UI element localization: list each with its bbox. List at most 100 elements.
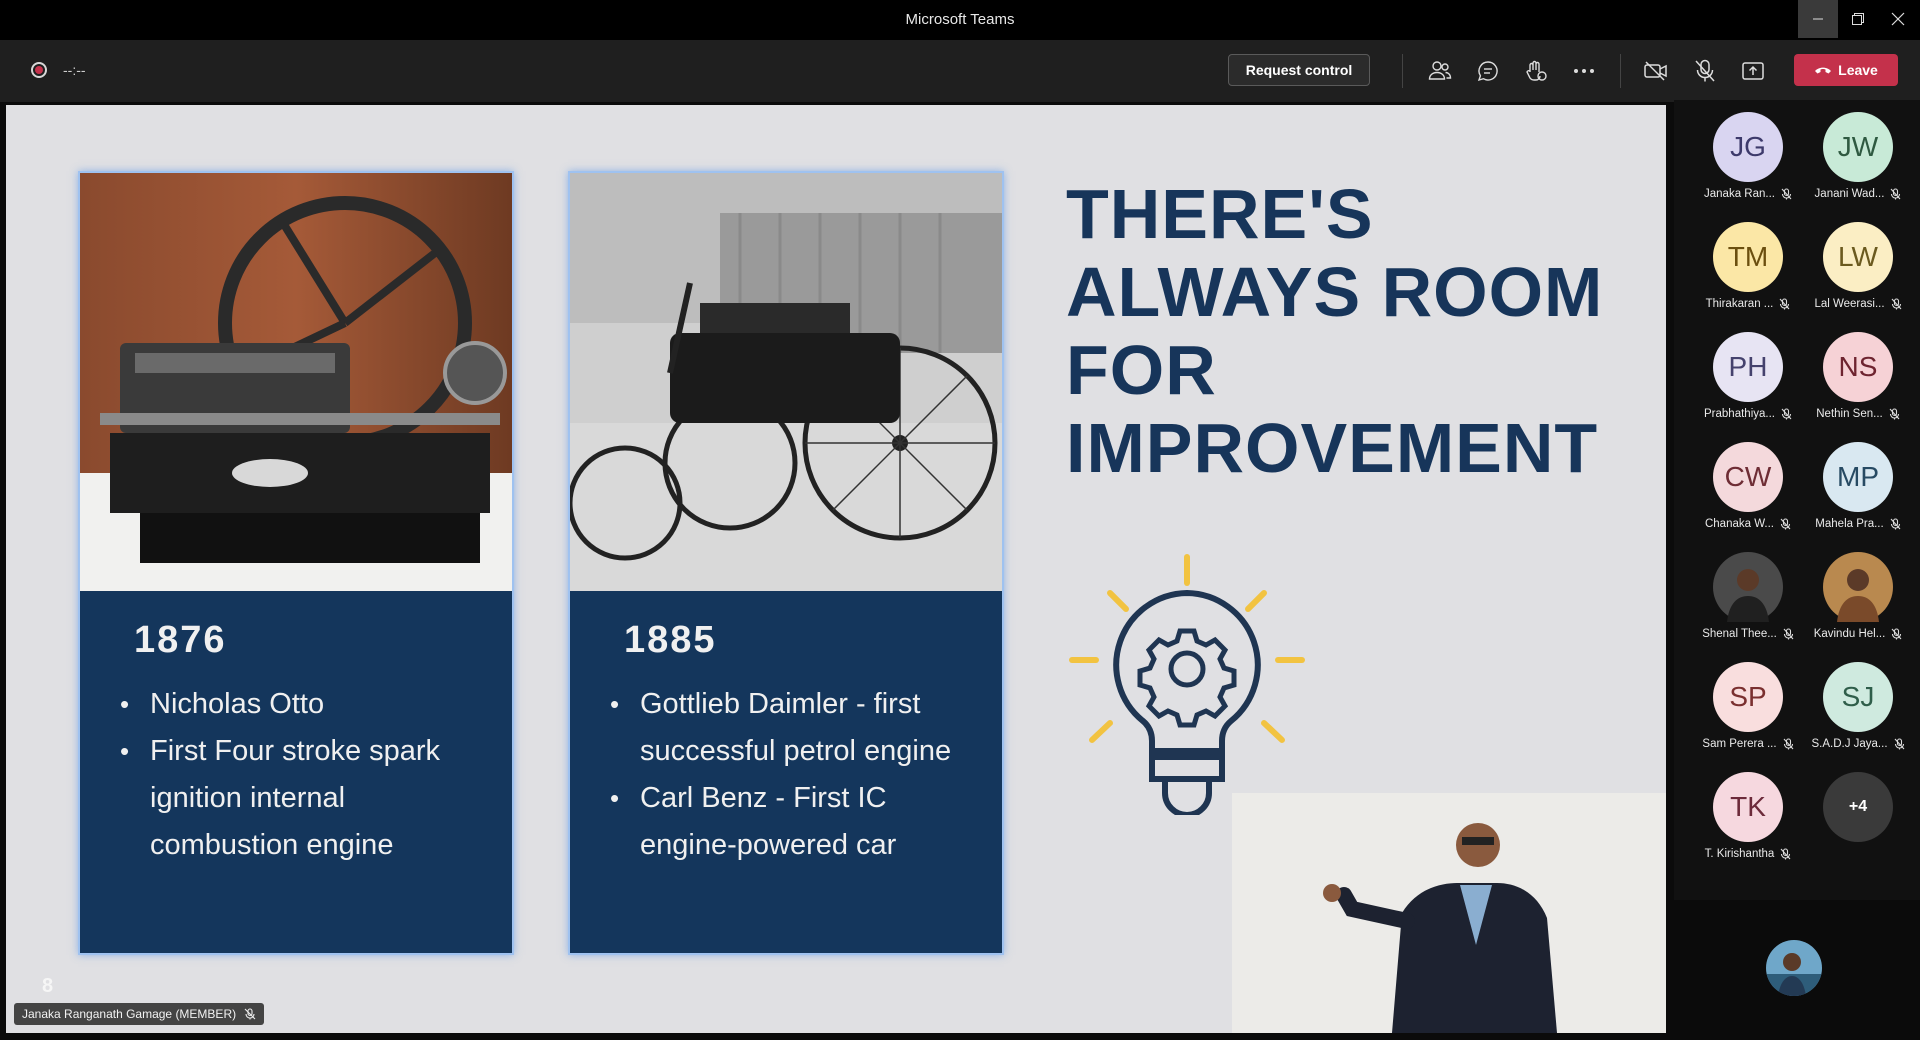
people-icon xyxy=(1428,61,1452,80)
hang-up-icon xyxy=(1815,67,1832,74)
benz-motorwagen-image xyxy=(570,173,1002,591)
reactions-button[interactable] xyxy=(1521,56,1551,86)
close-icon xyxy=(1891,12,1905,26)
chat-button[interactable] xyxy=(1473,56,1503,86)
mic-off-icon xyxy=(1779,298,1790,310)
participant-name: Shenal Thee... xyxy=(1702,628,1777,640)
bullet-item: Nicholas Otto xyxy=(120,681,500,728)
participant-avatar: TM xyxy=(1713,222,1783,292)
bullet-item: First Four stroke spark ignition interna… xyxy=(120,728,500,869)
participant-tile[interactable]: JG Janaka Ran... xyxy=(1698,100,1798,210)
headline-line: ALWAYS ROOM xyxy=(1066,253,1604,331)
mic-off-icon xyxy=(1783,738,1793,750)
slide-number: 8 xyxy=(42,975,54,997)
restore-button[interactable] xyxy=(1838,0,1878,38)
participant-name: Janani Wad... xyxy=(1814,188,1885,200)
camera-toggle-button[interactable] xyxy=(1641,56,1671,86)
request-control-button[interactable]: Request control xyxy=(1228,54,1370,86)
window-title: Microsoft Teams xyxy=(905,11,1015,28)
toolbar-divider xyxy=(1620,54,1621,88)
more-participants-tile[interactable]: +4 xyxy=(1808,760,1908,870)
card-year: 1885 xyxy=(624,619,717,661)
leave-button[interactable]: Leave xyxy=(1794,54,1898,86)
otto-engine-image xyxy=(80,173,512,591)
participant-name-row: Mahela Pra... xyxy=(1808,518,1908,530)
more-actions-button[interactable] xyxy=(1569,56,1599,86)
presenter-name-tag: Janaka Ranganath Gamage (MEMBER) xyxy=(14,1003,265,1025)
shared-content-stage: 1876 Nicholas Otto First Four stroke spa… xyxy=(6,105,1666,1033)
presenter-video xyxy=(1232,793,1666,1033)
bullet-item: Carl Benz - First IC engine-powered car xyxy=(610,775,990,869)
participant-name-row: Shenal Thee... xyxy=(1698,628,1798,640)
participant-name-row: Chanaka W... xyxy=(1698,518,1798,530)
participant-tile[interactable]: LW Lal Weerasi... xyxy=(1808,210,1908,320)
timeline-card-1885: 1885 Gottlieb Daimler - first successful… xyxy=(568,171,1004,955)
participant-avatar: JW xyxy=(1823,112,1893,182)
participant-name: Prabhathiya... xyxy=(1704,408,1775,420)
participant-avatar: CW xyxy=(1713,442,1783,512)
participant-tile[interactable]: TK T. Kirishantha xyxy=(1698,760,1798,870)
participant-roster: JG Janaka Ran... JW Janani Wad... TM Thirakar… xyxy=(1674,100,1920,900)
participant-name-row: Thirakaran ... xyxy=(1698,298,1798,310)
participant-tile[interactable]: Shenal Thee... xyxy=(1698,540,1798,650)
participant-avatar: PH xyxy=(1713,332,1783,402)
participant-tile[interactable]: CW Chanaka W... xyxy=(1698,430,1798,540)
more-participants-count: +4 xyxy=(1823,772,1893,842)
participant-name: S.A.D.J Jaya... xyxy=(1811,738,1888,750)
participant-name: Chanaka W... xyxy=(1704,518,1775,530)
participant-tile[interactable]: JW Janani Wad... xyxy=(1808,100,1908,210)
participant-avatar xyxy=(1823,552,1893,622)
leave-label: Leave xyxy=(1838,62,1878,78)
participants-button[interactable] xyxy=(1425,56,1455,86)
mic-off-icon xyxy=(1783,628,1794,640)
camera-off-icon xyxy=(1644,61,1667,81)
mic-off-icon xyxy=(1695,59,1715,82)
participant-tile[interactable]: SJ S.A.D.J Jaya... xyxy=(1808,650,1908,760)
mic-off-icon xyxy=(1891,628,1902,640)
participant-name: Janaka Ran... xyxy=(1704,188,1775,200)
card-year: 1876 xyxy=(134,619,227,661)
participant-avatar: MP xyxy=(1823,442,1893,512)
participant-avatar: SJ xyxy=(1823,662,1893,732)
mic-off-icon xyxy=(1781,188,1792,200)
participant-tile[interactable]: MP Mahela Pra... xyxy=(1808,430,1908,540)
timeline-card-1876: 1876 Nicholas Otto First Four stroke spa… xyxy=(78,171,514,955)
participant-name-row: Sam Perera ... xyxy=(1698,738,1798,750)
share-screen-button[interactable] xyxy=(1738,56,1768,86)
mic-off-icon xyxy=(1891,188,1901,200)
headline-line: IMPROVEMENT xyxy=(1066,409,1599,487)
participant-avatar: SP xyxy=(1713,662,1783,732)
mic-off-icon xyxy=(244,1008,256,1020)
participant-name-row: Janani Wad... xyxy=(1808,188,1908,200)
participant-avatar xyxy=(1713,552,1783,622)
toolbar-divider xyxy=(1402,54,1403,88)
participant-tile[interactable]: PH Prabhathiya... xyxy=(1698,320,1798,430)
card-bullets: Gottlieb Daimler - first successful petr… xyxy=(610,681,990,869)
participant-name-row: Kavindu Hel... xyxy=(1808,628,1908,640)
mic-off-icon xyxy=(1891,298,1901,310)
participant-name-row: T. Kirishantha xyxy=(1698,848,1798,860)
participant-name: Kavindu Hel... xyxy=(1813,628,1886,640)
close-button[interactable] xyxy=(1878,0,1918,38)
participant-avatar: JG xyxy=(1713,112,1783,182)
participant-avatar: NS xyxy=(1823,332,1893,402)
participant-name: Lal Weerasi... xyxy=(1814,298,1885,310)
card-bullets: Nicholas Otto First Four stroke spark ig… xyxy=(120,681,500,869)
chat-icon xyxy=(1477,61,1498,82)
slide-headline: THERE'S ALWAYS ROOM FOR IMPROVEMENT xyxy=(1066,175,1626,487)
self-preview-avatar[interactable] xyxy=(1766,940,1822,996)
participant-tile[interactable]: SP Sam Perera ... xyxy=(1698,650,1798,760)
participant-name: Mahela Pra... xyxy=(1815,518,1884,530)
microphone-toggle-button[interactable] xyxy=(1690,56,1720,86)
participant-avatar: TK xyxy=(1713,772,1783,842)
participant-tile[interactable]: Kavindu Hel... xyxy=(1808,540,1908,650)
minimize-button[interactable] xyxy=(1798,0,1838,38)
meeting-toolbar: --:-- Request control Leave xyxy=(0,40,1920,102)
mic-off-icon xyxy=(1780,518,1791,530)
participant-name-row: Nethin Sen... xyxy=(1808,408,1908,420)
participant-tile[interactable]: NS Nethin Sen... xyxy=(1808,320,1908,430)
share-tray-icon xyxy=(1742,62,1764,80)
participant-tile[interactable]: TM Thirakaran ... xyxy=(1698,210,1798,320)
participant-name: T. Kirishantha xyxy=(1704,848,1775,860)
mic-off-icon xyxy=(1889,408,1900,420)
